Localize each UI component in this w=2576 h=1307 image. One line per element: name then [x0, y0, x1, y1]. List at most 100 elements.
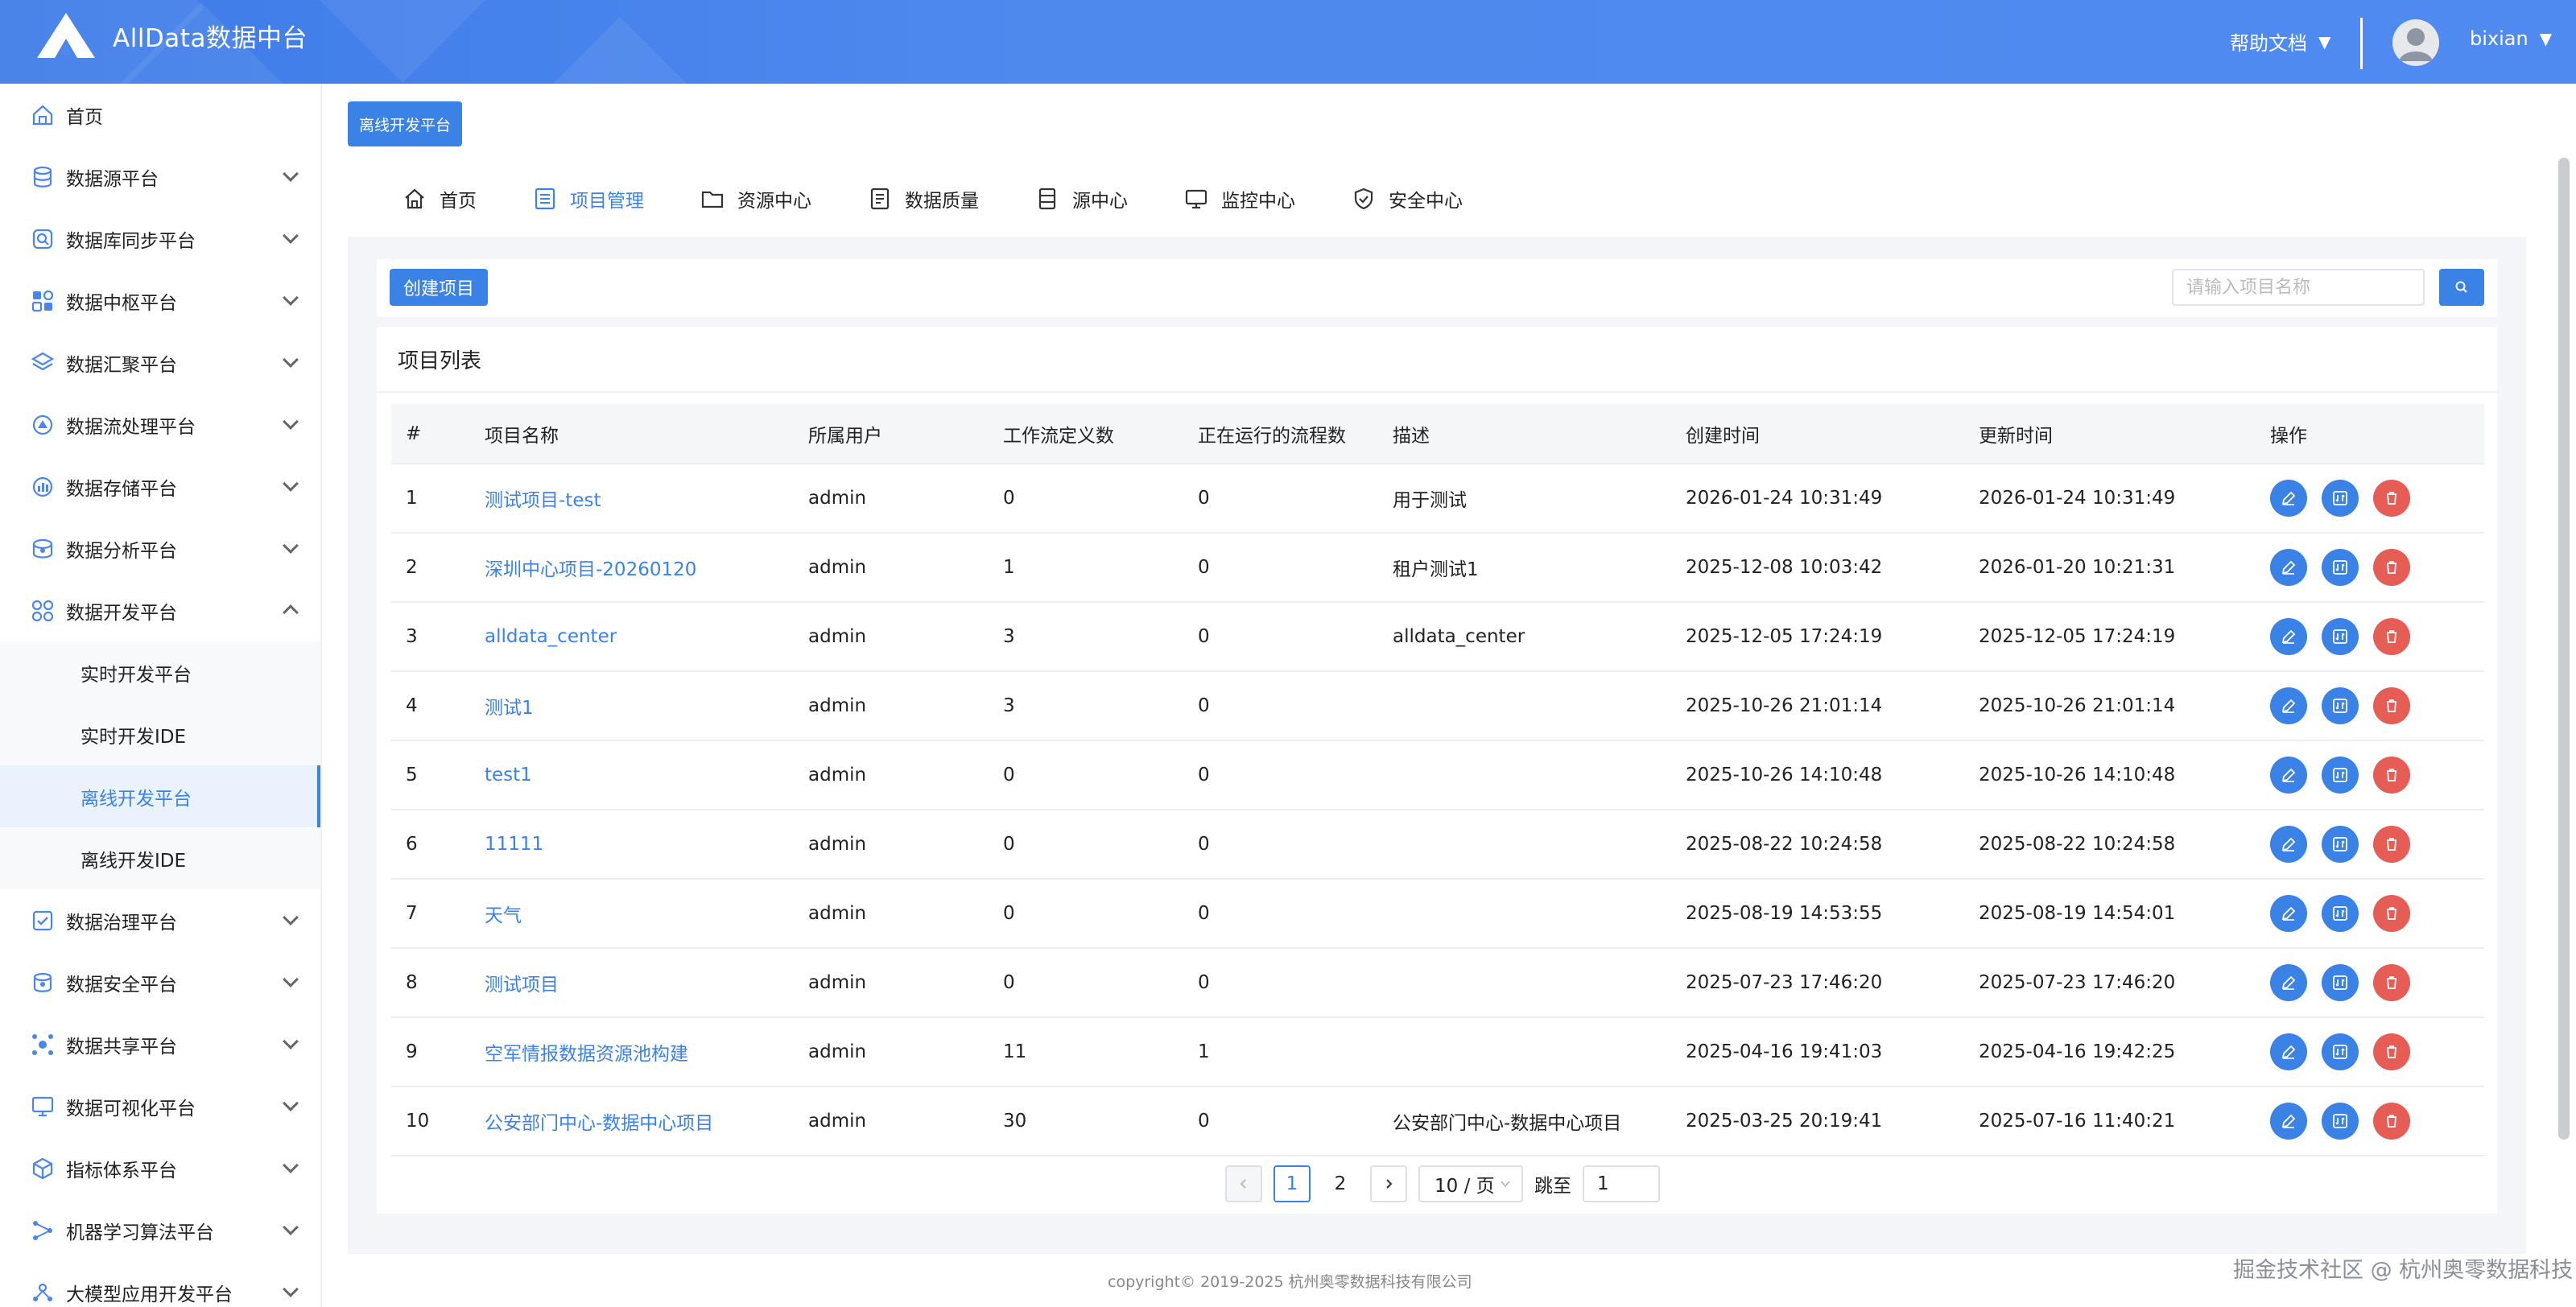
- table-cell-created: 2026-01-24 10:31:49: [1671, 464, 1964, 534]
- edit-icon: [2281, 1045, 2296, 1059]
- sidebar-subitem-realtime-ide[interactable]: 实时开发IDE: [0, 703, 320, 765]
- project-name-link[interactable]: 测试1: [470, 671, 794, 741]
- table-cell-desc: 用于测试: [1378, 464, 1671, 534]
- table-cell-running: 0: [1183, 533, 1378, 603]
- transfer-icon: [2333, 491, 2347, 505]
- authorize-button[interactable]: [2322, 964, 2359, 1001]
- delete-button[interactable]: [2373, 480, 2410, 517]
- sidebar-item-stream[interactable]: 数据流处理平台: [0, 394, 320, 456]
- sidebar-item-metrics[interactable]: 指标体系平台: [0, 1137, 320, 1199]
- edit-button[interactable]: [2270, 826, 2307, 863]
- sidebar-item-ml[interactable]: 机器学习算法平台: [0, 1199, 320, 1261]
- sidebar-item-db-sync[interactable]: 数据库同步平台: [0, 208, 320, 270]
- column-header: 项目名称: [470, 404, 794, 464]
- authorize-button[interactable]: [2322, 757, 2359, 794]
- edit-button[interactable]: [2270, 618, 2307, 655]
- project-name-link[interactable]: 天气: [470, 879, 794, 949]
- sidebar-item-llm[interactable]: 大模型应用开发平台: [0, 1261, 320, 1307]
- delete-button[interactable]: [2373, 1103, 2410, 1140]
- delete-button[interactable]: [2373, 964, 2410, 1001]
- delete-button[interactable]: [2373, 826, 2410, 863]
- avatar[interactable]: [2392, 19, 2439, 66]
- project-name-link[interactable]: 公安部门中心-数据中心项目: [470, 1086, 794, 1157]
- project-name-link[interactable]: alldata_center: [470, 602, 794, 672]
- authorize-button[interactable]: [2322, 826, 2359, 863]
- scrollbar[interactable]: [2558, 158, 2570, 1140]
- edit-button[interactable]: [2270, 1033, 2307, 1070]
- authorize-button[interactable]: [2322, 480, 2359, 517]
- edit-button[interactable]: [2270, 895, 2307, 932]
- create-project-button[interactable]: 创建项目: [390, 269, 488, 306]
- sidebar-item-security[interactable]: 数据安全平台: [0, 951, 320, 1013]
- authorize-button[interactable]: [2322, 549, 2359, 586]
- sidebar-item-data-hub[interactable]: 数据中枢平台: [0, 270, 320, 332]
- sidebar-item-share[interactable]: 数据共享平台: [0, 1013, 320, 1075]
- sidebar-item-data-collect[interactable]: 数据汇聚平台: [0, 332, 320, 394]
- next-page-button[interactable]: [1370, 1165, 1407, 1202]
- authorize-button[interactable]: [2322, 687, 2359, 724]
- delete-button[interactable]: [2373, 895, 2410, 932]
- authorize-button[interactable]: [2322, 618, 2359, 655]
- table-row: 9 空军情报数据资源池构建 admin 11 1 2025-04-16 19:41:03 2…: [391, 1017, 2484, 1087]
- edit-button[interactable]: [2270, 964, 2307, 1001]
- sidebar-subitem-offline-ide[interactable]: 离线开发IDE: [0, 827, 320, 889]
- sidebar-item-analysis[interactable]: 数据分析平台: [0, 517, 320, 579]
- jump-page-input[interactable]: 1: [1583, 1165, 1660, 1202]
- row-actions: [2270, 1033, 2484, 1070]
- table-cell-user: admin: [794, 1017, 989, 1087]
- delete-button[interactable]: [2373, 549, 2410, 586]
- edit-icon: [2281, 560, 2296, 575]
- page-number-2[interactable]: 2: [1322, 1165, 1359, 1202]
- sidebar-item-datasource[interactable]: 数据源平台: [0, 146, 320, 208]
- logo-icon: [37, 13, 95, 58]
- edit-button[interactable]: [2270, 1103, 2307, 1140]
- column-header: 正在运行的流程数: [1183, 404, 1378, 464]
- table-cell-idx: 8: [391, 948, 470, 1018]
- watermark: 掘金技术社区 @ 杭州奥零数据科技: [2233, 1258, 2574, 1283]
- authorize-button[interactable]: [2322, 1103, 2359, 1140]
- prev-page-button[interactable]: [1225, 1165, 1262, 1202]
- sidebar-item-storage[interactable]: 数据存储平台: [0, 456, 320, 517]
- edit-button[interactable]: [2270, 757, 2307, 794]
- project-name-link[interactable]: test1: [470, 740, 794, 810]
- sidebar-item-visualization[interactable]: 数据可视化平台: [0, 1075, 320, 1137]
- brand-logo[interactable]: AllData数据中台: [35, 11, 308, 60]
- edit-button[interactable]: [2270, 687, 2307, 724]
- page-number-1[interactable]: 1: [1274, 1165, 1311, 1202]
- table-cell-created: 2025-10-26 21:01:14: [1671, 671, 1964, 741]
- sidebar-subitem-offline-platform[interactable]: 离线开发平台: [0, 765, 320, 827]
- chevron-down-icon: [283, 971, 299, 987]
- home-icon: [32, 105, 53, 125]
- help-docs-menu[interactable]: 帮助文档 ▼: [2230, 27, 2330, 56]
- sidebar-subitem-realtime-platform[interactable]: 实时开发平台: [0, 641, 320, 703]
- user-menu[interactable]: bixian ▼: [2470, 27, 2552, 50]
- project-name-link[interactable]: 11111: [470, 810, 794, 880]
- sidebar-item-dev[interactable]: 数据开发平台: [0, 579, 320, 641]
- project-search-input[interactable]: [2172, 269, 2425, 306]
- project-name-link[interactable]: 空军情报数据资源池构建: [470, 1017, 794, 1087]
- sidebar-item-governance[interactable]: 数据治理平台: [0, 889, 320, 951]
- delete-button[interactable]: [2373, 687, 2410, 724]
- project-name-link[interactable]: 测试项目-test: [470, 464, 794, 534]
- tab-source-center[interactable]: 源中心: [1035, 185, 1128, 212]
- project-name-link[interactable]: 深圳中心项目-20260120: [470, 533, 794, 603]
- search-icon: [2455, 281, 2467, 293]
- delete-button[interactable]: [2373, 1033, 2410, 1070]
- tab-security-center[interactable]: 安全中心: [1352, 185, 1463, 212]
- page-size-select[interactable]: 10 / 页: [1418, 1165, 1523, 1202]
- tab-monitor-center[interactable]: 监控中心: [1184, 185, 1295, 212]
- edit-button[interactable]: [2270, 480, 2307, 517]
- project-name-link[interactable]: 测试项目: [470, 948, 794, 1018]
- tab-resource-center[interactable]: 资源中心: [700, 185, 811, 212]
- tab-home[interactable]: 首页: [402, 185, 477, 212]
- tab-project-management[interactable]: 项目管理: [533, 185, 644, 212]
- search-button[interactable]: [2439, 269, 2484, 306]
- authorize-button[interactable]: [2322, 895, 2359, 932]
- authorize-button[interactable]: [2322, 1033, 2359, 1070]
- sidebar-item-home[interactable]: 首页: [0, 84, 320, 146]
- page-tag[interactable]: 离线开发平台: [348, 101, 462, 146]
- delete-button[interactable]: [2373, 618, 2410, 655]
- delete-button[interactable]: [2373, 757, 2410, 794]
- edit-button[interactable]: [2270, 549, 2307, 586]
- tab-data-quality[interactable]: 数据质量: [868, 185, 979, 212]
